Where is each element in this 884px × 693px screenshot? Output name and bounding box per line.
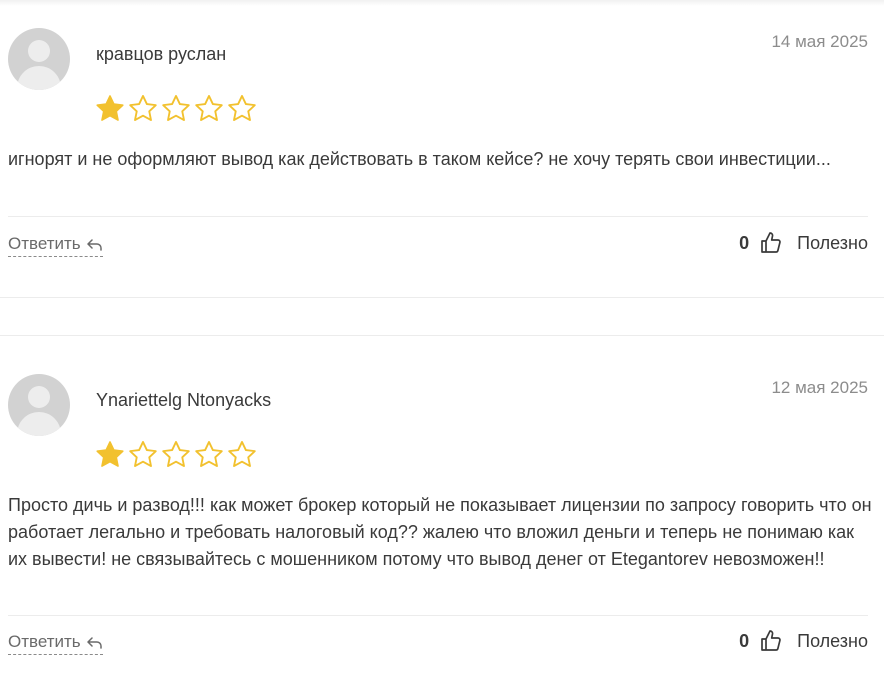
review-text: игнорят и не оформляют вывод как действо…: [8, 149, 831, 169]
avatar: [8, 28, 70, 90]
reply-label: Ответить: [8, 234, 81, 253]
star-empty-icon: [195, 95, 223, 121]
star-empty-icon: [162, 95, 190, 121]
avatar-body: [17, 66, 61, 90]
star-empty-icon: [129, 441, 157, 467]
review-separator: [0, 297, 884, 298]
helpful-count: 0: [739, 630, 750, 651]
star-empty-icon: [162, 441, 190, 467]
star-filled-icon: [96, 95, 124, 121]
helpful-widget: 0 Полезно: [739, 231, 868, 255]
star-filled-icon: [96, 441, 124, 467]
review-card: кравцов руслан 14 мая 2025 игнорят и не …: [0, 0, 884, 298]
review-date: 14 мая 2025: [771, 32, 868, 51]
star-empty-icon: [195, 441, 223, 467]
helpful-label: Полезно: [797, 630, 868, 651]
avatar-head: [28, 40, 50, 62]
reviews-page: кравцов руслан 14 мая 2025 игнорят и не …: [0, 0, 884, 693]
star-empty-icon: [228, 95, 256, 121]
helpful-count: 0: [739, 232, 750, 253]
review-card: Ynariettelg Ntonyacks 12 мая 2025 Просто…: [0, 336, 884, 693]
reply-button[interactable]: Ответить: [8, 632, 104, 655]
star-rating: [94, 439, 258, 471]
star-empty-icon: [228, 441, 256, 467]
review-text: Просто дичь и развод!!! как может брокер…: [8, 495, 872, 569]
star-empty-icon: [129, 95, 157, 121]
review-author: кравцов руслан: [96, 44, 227, 64]
avatar: [8, 374, 70, 436]
thumbs-up-icon[interactable]: [759, 231, 783, 255]
star-rating: [94, 93, 258, 125]
reply-arrow-icon: [87, 238, 103, 251]
thumbs-up-icon[interactable]: [759, 629, 783, 653]
avatar-head: [28, 386, 50, 408]
helpful-widget: 0 Полезно: [739, 629, 868, 653]
helpful-label: Полезно: [797, 232, 868, 253]
reply-label: Ответить: [8, 632, 81, 651]
review-divider: [8, 615, 868, 616]
avatar-body: [17, 412, 61, 436]
reply-button[interactable]: Ответить: [8, 234, 104, 257]
review-date: 12 мая 2025: [771, 378, 868, 397]
review-divider: [8, 216, 868, 217]
review-author: Ynariettelg Ntonyacks: [96, 390, 272, 410]
reply-arrow-icon: [87, 636, 103, 649]
